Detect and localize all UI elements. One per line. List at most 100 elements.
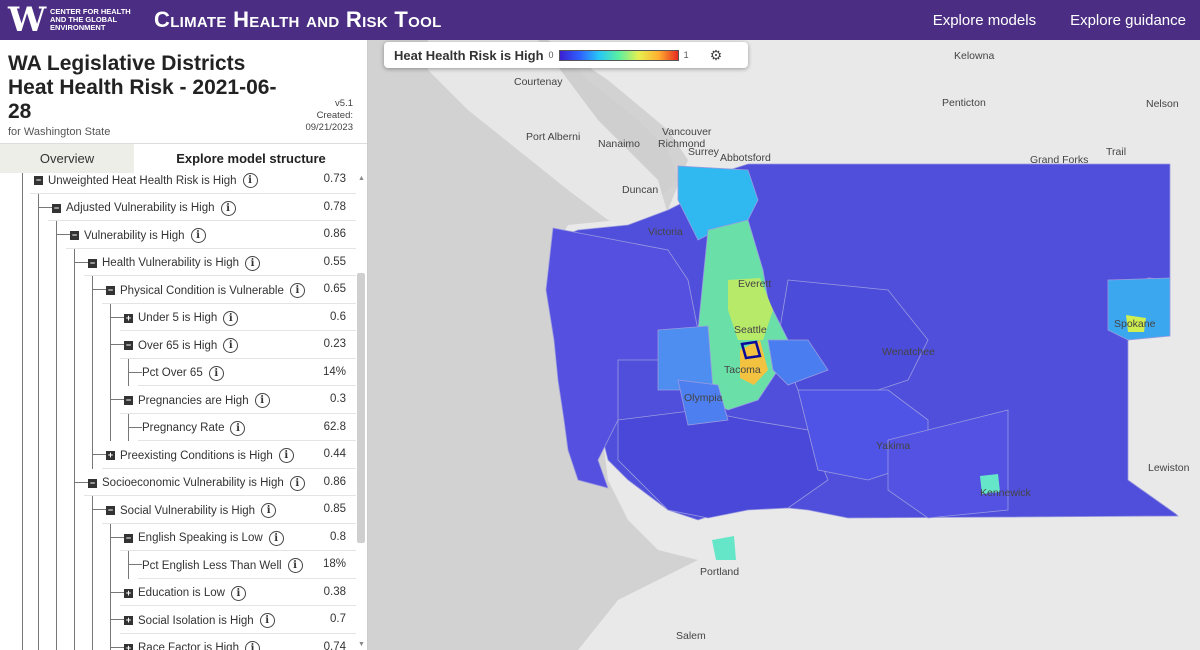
tree-connector bbox=[56, 496, 57, 524]
collapse-icon[interactable]: − bbox=[70, 231, 79, 240]
tree-connector bbox=[56, 358, 57, 386]
tree-connector bbox=[22, 578, 23, 606]
info-icon[interactable]: i bbox=[289, 283, 305, 298]
tree-node-label: Pct English Less Than Well bbox=[142, 559, 282, 572]
tree-connector bbox=[74, 331, 75, 359]
sidebar-header: WA Legislative Districts Heat Health Ris… bbox=[0, 40, 367, 143]
tree-row[interactable]: − Socioeconomic Vulnerability is High i 0.8… bbox=[0, 468, 356, 496]
collapse-icon[interactable]: − bbox=[124, 396, 133, 405]
collapse-icon[interactable]: − bbox=[34, 176, 43, 185]
info-icon[interactable]: i bbox=[223, 310, 239, 326]
map-view[interactable]: Kelowna Courtenay Penticton Nelson Port … bbox=[368, 40, 1200, 650]
info-icon[interactable]: i bbox=[244, 640, 260, 650]
tree-row[interactable]: Pregnancy Rate i 62.8 bbox=[0, 413, 356, 441]
tree-connector bbox=[110, 358, 111, 386]
tree-row[interactable]: − Social Vulnerability is High i 0.85 bbox=[0, 496, 356, 524]
tree-connector bbox=[92, 289, 106, 290]
map-canvas[interactable] bbox=[368, 40, 1200, 650]
tree-node: − Health Vulnerability is High i bbox=[88, 255, 261, 271]
tree-row[interactable]: − Unweighted Heat Health Risk is High i 0.7… bbox=[0, 173, 356, 194]
tree-node-value: 0.44 bbox=[323, 448, 346, 460]
tree-node-value: 0.85 bbox=[323, 503, 346, 515]
info-icon[interactable]: i bbox=[230, 585, 246, 601]
scroll-up-arrow-icon[interactable]: ▲ bbox=[358, 175, 365, 182]
tree-node: − Over 65 is High i bbox=[124, 338, 239, 353]
nav-explore-guidance[interactable]: Explore guidance bbox=[1070, 12, 1186, 29]
tree-row[interactable]: − Vulnerability is High i 0.86 bbox=[0, 221, 356, 249]
tree-row[interactable]: + Education is Low i 0.38 bbox=[0, 578, 356, 606]
tree-node-value: 0.23 bbox=[323, 338, 346, 350]
info-icon[interactable]: i bbox=[278, 448, 294, 463]
city-label: Salem bbox=[676, 630, 706, 642]
info-icon[interactable]: i bbox=[220, 200, 236, 216]
tree-connector bbox=[56, 523, 57, 551]
info-icon[interactable]: i bbox=[268, 530, 284, 546]
top-bar: W Center for Health and the Global Envir… bbox=[0, 0, 1200, 40]
tree-row[interactable]: − Over 65 is High i 0.23 bbox=[0, 331, 356, 359]
legend-max: 1 bbox=[683, 50, 689, 60]
tree-row[interactable]: + Under 5 is High i 0.6 bbox=[0, 303, 356, 331]
tree-row[interactable]: + Preexisting Conditions is High i 0.44 bbox=[0, 441, 356, 469]
info-icon[interactable]: i bbox=[287, 558, 303, 573]
info-icon[interactable]: i bbox=[230, 420, 246, 436]
tree-connector bbox=[110, 591, 124, 593]
tree-row[interactable]: − Pregnancies are High i 0.3 bbox=[0, 386, 356, 414]
scrollbar-thumb[interactable] bbox=[357, 273, 365, 543]
info-icon[interactable]: i bbox=[245, 255, 261, 271]
tree-row[interactable]: − English Speaking is Low i 0.8 bbox=[0, 523, 356, 551]
app-title[interactable]: Climate Health and Risk Tool bbox=[154, 7, 442, 33]
tree-node: − Pregnancies are High i bbox=[124, 393, 270, 408]
expand-icon[interactable]: + bbox=[124, 313, 133, 323]
district-vancouver-wa[interactable] bbox=[712, 536, 736, 560]
info-icon[interactable]: i bbox=[261, 503, 277, 518]
collapse-icon[interactable]: − bbox=[124, 533, 133, 543]
tree-connector bbox=[22, 413, 23, 441]
info-icon[interactable]: i bbox=[259, 613, 275, 628]
collapse-icon[interactable]: − bbox=[124, 341, 133, 350]
collapse-icon[interactable]: − bbox=[106, 286, 115, 295]
collapse-icon[interactable]: − bbox=[88, 478, 97, 488]
uw-logo[interactable]: W bbox=[8, 0, 50, 40]
tree-connector bbox=[92, 386, 93, 414]
tree-row[interactable]: + Race Factor is High i 0.74 bbox=[0, 633, 356, 650]
tab-explore-model-structure[interactable]: Explore model structure bbox=[134, 144, 367, 173]
tree-row[interactable]: Pct Over 65 i 14% bbox=[0, 358, 356, 386]
tree-connector bbox=[38, 358, 39, 386]
tree-connector bbox=[92, 454, 106, 455]
info-icon[interactable]: i bbox=[289, 475, 305, 491]
nav-explore-models[interactable]: Explore models bbox=[933, 12, 1036, 29]
info-icon[interactable]: i bbox=[190, 228, 206, 243]
tree-connector bbox=[110, 646, 124, 648]
collapse-icon[interactable]: − bbox=[88, 258, 97, 268]
map-legend: Heat Health Risk is High 0 1 ⚙ bbox=[384, 42, 748, 68]
tree-scrollbar[interactable]: ▲ ▼ bbox=[357, 173, 365, 650]
tree-row[interactable]: − Adjusted Vulnerability is High i 0.78 bbox=[0, 193, 356, 221]
tree-row[interactable]: − Physical Condition is Vulnerable i 0.65 bbox=[0, 276, 356, 304]
info-icon[interactable]: i bbox=[208, 365, 224, 381]
expand-icon[interactable]: + bbox=[124, 588, 133, 598]
tree-node-label: Socioeconomic Vulnerability is High bbox=[102, 477, 284, 489]
tree-node: − Physical Condition is Vulnerable i bbox=[106, 283, 305, 298]
info-icon[interactable]: i bbox=[242, 173, 258, 188]
tree-connector bbox=[22, 523, 23, 551]
tree-node: Pct Over 65 i bbox=[142, 365, 224, 381]
expand-icon[interactable]: + bbox=[106, 451, 115, 460]
tree-connector bbox=[38, 441, 39, 469]
info-icon[interactable]: i bbox=[223, 338, 239, 353]
tab-overview[interactable]: Overview bbox=[0, 144, 134, 173]
info-icon[interactable]: i bbox=[254, 393, 270, 408]
tree-connector bbox=[56, 468, 57, 496]
tree-row[interactable]: − Health Vulnerability is High i 0.55 bbox=[0, 248, 356, 276]
scroll-down-arrow-icon[interactable]: ▼ bbox=[358, 641, 365, 648]
expand-icon[interactable]: + bbox=[124, 643, 133, 650]
tree-connector bbox=[38, 413, 39, 441]
expand-icon[interactable]: + bbox=[124, 616, 133, 625]
gear-icon[interactable]: ⚙ bbox=[710, 47, 723, 64]
tree-row[interactable]: Pct English Less Than Well i 18% bbox=[0, 551, 356, 579]
tree-row[interactable]: + Social Isolation is High i 0.7 bbox=[0, 606, 356, 634]
tree-connector bbox=[74, 496, 75, 524]
tree-connector bbox=[56, 413, 57, 441]
collapse-icon[interactable]: − bbox=[106, 506, 115, 515]
district-kitsap[interactable] bbox=[657, 325, 714, 391]
collapse-icon[interactable]: − bbox=[52, 203, 61, 213]
